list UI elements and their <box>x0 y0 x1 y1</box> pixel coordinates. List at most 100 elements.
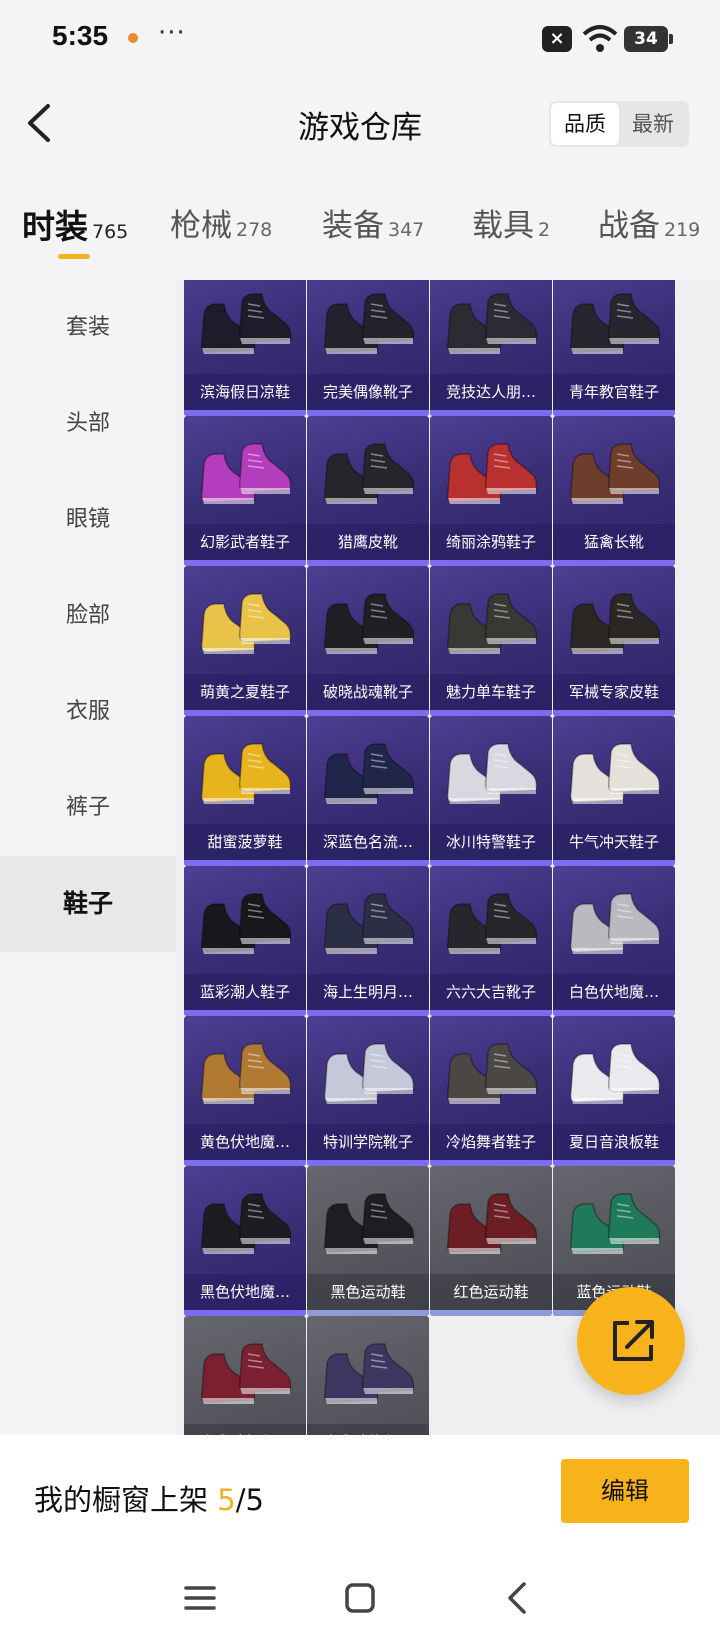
sidebar: 套装 头部 眼镜 脸部 衣服 裤子 鞋子 <box>0 280 176 1435</box>
battery-icon: 34 <box>624 26 673 52</box>
item-card[interactable]: 蓝彩潮人鞋子 <box>184 866 306 1016</box>
item-card[interactable]: 完美偶像靴子 <box>307 280 429 416</box>
wifi-icon <box>582 25 618 52</box>
shoe-icon <box>323 1343 415 1404</box>
item-card[interactable]: 魅力单车鞋子 <box>430 566 552 716</box>
item-card[interactable]: 黑色运动鞋 <box>307 1166 429 1316</box>
rarity-bar <box>430 1310 552 1316</box>
item-name: 深蓝色名流… <box>307 824 429 860</box>
item-card[interactable]: 冰川特警鞋子 <box>430 716 552 866</box>
item-name: 猎鹰皮靴 <box>307 524 429 560</box>
item-card[interactable]: 猛禽长靴 <box>553 416 675 566</box>
item-name: 牛气冲天鞋子 <box>553 824 675 860</box>
active-tab-indicator <box>58 254 90 259</box>
item-card[interactable]: 白色伏地魔… <box>553 866 675 1016</box>
tab-fashion[interactable]: 时装 765 <box>22 200 128 248</box>
header: 游戏仓库 品质 最新 <box>0 88 720 158</box>
sidebar-item-suits[interactable]: 套装 <box>0 280 176 376</box>
shoe-icon <box>200 1193 292 1254</box>
item-card[interactable]: 破晓战魂靴子 <box>307 566 429 716</box>
item-card[interactable]: 黄色伏地魔… <box>184 1016 306 1166</box>
item-card[interactable]: 海上生明月… <box>307 866 429 1016</box>
tab-gear[interactable]: 战备 219 <box>598 200 700 245</box>
item-card[interactable]: 猎鹰皮靴 <box>307 416 429 566</box>
tab-label: 时装 <box>22 207 88 246</box>
notification-dot-icon <box>128 33 138 43</box>
item-name: 青年教官鞋子 <box>553 374 675 410</box>
item-name: 甜蜜菠萝鞋 <box>184 824 306 860</box>
tab-vehicles[interactable]: 载具 2 <box>472 200 550 245</box>
shoe-icon <box>323 743 415 804</box>
item-card[interactable]: 特训学院靴子 <box>307 1016 429 1166</box>
tab-equipment[interactable]: 装备 347 <box>322 200 424 245</box>
item-card[interactable]: 夏日音浪板鞋 <box>553 1016 675 1166</box>
edit-button[interactable]: 编辑 <box>561 1459 689 1523</box>
tab-count: 278 <box>236 219 273 241</box>
showcase-label: 我的橱窗上架 <box>34 1483 209 1517</box>
tab-count: 347 <box>388 219 425 241</box>
item-name: 猛禽长靴 <box>553 524 675 560</box>
item-name: 冰川特警鞋子 <box>430 824 552 860</box>
sidebar-item-glasses[interactable]: 眼镜 <box>0 472 176 568</box>
status-more-icon: ··· <box>158 18 186 48</box>
item-name: 六六大吉靴子 <box>430 974 552 1010</box>
item-name: 海上生明月… <box>307 974 429 1010</box>
sort-latest-button[interactable]: 最新 <box>619 103 687 145</box>
item-card[interactable]: 魔术贴红色… <box>184 1316 306 1435</box>
sidebar-item-shoes[interactable]: 鞋子 <box>0 856 176 952</box>
system-nav-bar <box>0 1550 720 1640</box>
share-icon <box>613 1320 654 1361</box>
item-card[interactable]: 滨海假日凉鞋 <box>184 280 306 416</box>
shoe-icon <box>200 443 292 504</box>
item-card[interactable]: 军械专家皮鞋 <box>553 566 675 716</box>
tab-count: 2 <box>538 219 551 241</box>
item-name: 黄色伏地魔… <box>184 1124 306 1160</box>
item-name: 黑色伏地魔… <box>184 1274 306 1310</box>
item-card[interactable]: 冷焰舞者鞋子 <box>430 1016 552 1166</box>
item-card[interactable]: 红色运动鞋 <box>430 1166 552 1316</box>
item-card[interactable]: 竞技达人朋… <box>430 280 552 416</box>
shoe-icon <box>200 293 292 354</box>
shoe-icon <box>200 1343 292 1404</box>
shoe-icon <box>446 443 538 504</box>
item-card[interactable]: 幻影武者鞋子 <box>184 416 306 566</box>
item-card[interactable]: 青年教官鞋子 <box>553 280 675 416</box>
item-card[interactable]: 六六大吉靴子 <box>430 866 552 1016</box>
shoe-icon <box>446 743 538 804</box>
item-name: 幻影武者鞋子 <box>184 524 306 560</box>
item-name: 红色运动鞋 <box>430 1274 552 1310</box>
item-card[interactable]: 黑色伏地魔… <box>184 1166 306 1316</box>
item-name: 白色伏地魔… <box>553 974 675 1010</box>
sidebar-item-face[interactable]: 脸部 <box>0 568 176 664</box>
share-button[interactable] <box>577 1287 685 1395</box>
back-icon[interactable] <box>498 1578 538 1618</box>
shoe-icon <box>323 443 415 504</box>
shoe-icon <box>323 893 415 954</box>
tab-count: 219 <box>664 219 701 241</box>
item-card[interactable]: 魔术贴紫色… <box>307 1316 429 1435</box>
sidebar-item-clothes[interactable]: 衣服 <box>0 664 176 760</box>
sidebar-item-pants[interactable]: 裤子 <box>0 760 176 856</box>
showcase-current: 5 <box>217 1483 236 1517</box>
sort-quality-button[interactable]: 品质 <box>551 103 619 145</box>
showcase-separator: / <box>235 1483 246 1517</box>
tab-count: 765 <box>92 221 129 243</box>
shoe-icon <box>200 593 292 654</box>
shoe-icon <box>446 293 538 354</box>
item-card[interactable]: 萌黄之夏鞋子 <box>184 566 306 716</box>
menu-icon[interactable] <box>180 1578 220 1618</box>
shoe-icon <box>569 593 661 654</box>
item-name: 特训学院靴子 <box>307 1124 429 1160</box>
item-card[interactable]: 绮丽涂鸦鞋子 <box>430 416 552 566</box>
item-card[interactable]: 甜蜜菠萝鞋 <box>184 716 306 866</box>
shoe-icon <box>569 1193 661 1254</box>
item-card[interactable]: 深蓝色名流… <box>307 716 429 866</box>
item-name: 魅力单车鞋子 <box>430 674 552 710</box>
tab-label: 装备 <box>322 208 384 244</box>
tab-guns[interactable]: 枪械 278 <box>170 200 272 245</box>
item-name: 绮丽涂鸦鞋子 <box>430 524 552 560</box>
sidebar-item-head[interactable]: 头部 <box>0 376 176 472</box>
home-icon[interactable] <box>340 1578 380 1618</box>
item-grid: 滨海假日凉鞋 完美偶像靴子 竞技达人朋… 青年教官鞋子幻影武者鞋子 猎鹰皮靴 绮丽涂鸦鞋子… <box>176 280 720 1435</box>
item-card[interactable]: 牛气冲天鞋子 <box>553 716 675 866</box>
